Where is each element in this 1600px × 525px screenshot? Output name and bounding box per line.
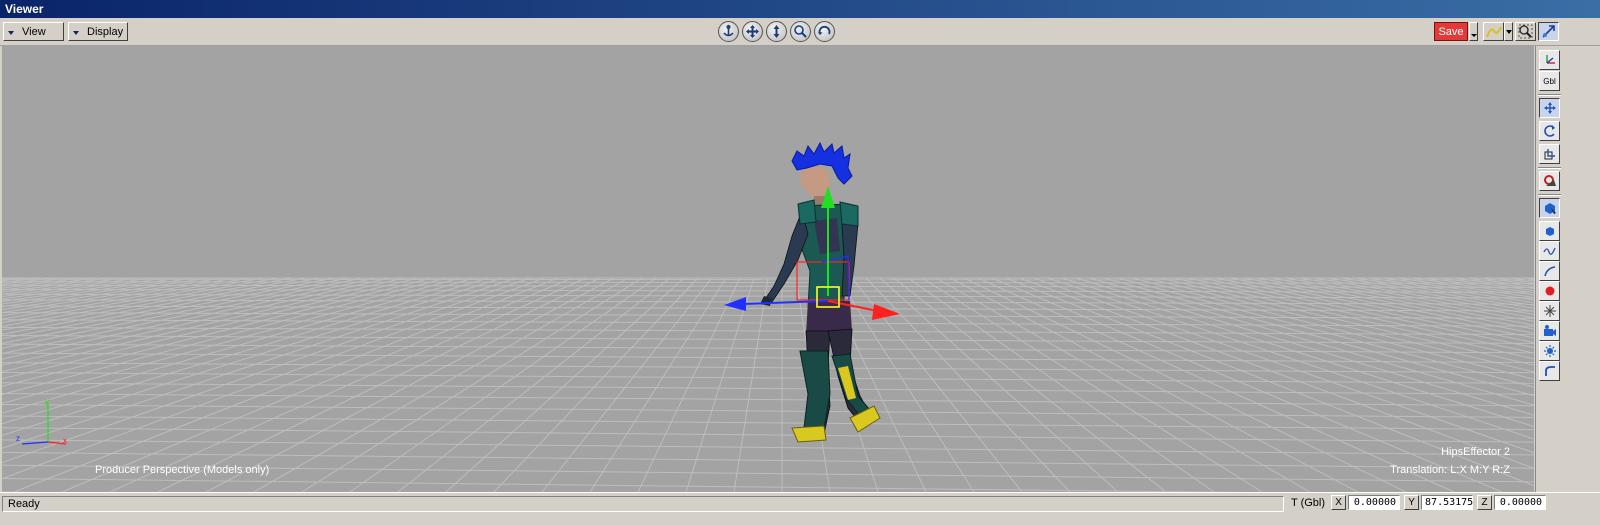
side-panel-edge bbox=[1563, 46, 1600, 492]
chevron-down-icon bbox=[73, 30, 79, 35]
3d-viewport[interactable]: y x z Producer Perspective (Models only)… bbox=[2, 46, 1534, 492]
svg-text:x: x bbox=[63, 436, 67, 445]
marker-icon[interactable] bbox=[1539, 281, 1560, 301]
rotate-tool-icon[interactable] bbox=[1539, 121, 1560, 141]
svg-text:z: z bbox=[16, 434, 20, 443]
z-axis-button[interactable]: Z bbox=[1477, 495, 1493, 510]
camera-label: Producer Perspective (Models only) bbox=[95, 464, 270, 476]
pan-icon[interactable] bbox=[742, 21, 763, 42]
keying-mode-icon[interactable] bbox=[1483, 22, 1504, 41]
status-bar: Ready T (Gbl) X 0.00000 Y 87.53175 Z 0.0… bbox=[0, 492, 1600, 525]
status-message: Ready bbox=[2, 496, 1284, 512]
zoom-fit-icon[interactable] bbox=[1515, 22, 1536, 41]
toolbar-divider bbox=[1538, 194, 1561, 196]
svg-text:y: y bbox=[45, 397, 49, 406]
transform-mode-label: Translation: L:X M:Y R:Z bbox=[1390, 464, 1510, 476]
camera-navigation bbox=[718, 21, 835, 42]
cube-model-icon[interactable] bbox=[1539, 221, 1560, 241]
keying-dropdown[interactable] bbox=[1504, 22, 1513, 41]
z-value-field[interactable]: 0.00000 bbox=[1494, 495, 1547, 510]
anchor-icon[interactable] bbox=[718, 21, 739, 42]
select-model-icon[interactable] bbox=[1539, 198, 1560, 218]
scale-tool-icon[interactable] bbox=[1539, 144, 1560, 164]
camera-icon[interactable] bbox=[1539, 321, 1560, 341]
curve-icon[interactable] bbox=[1539, 241, 1560, 261]
view-menu-button[interactable]: View bbox=[3, 22, 64, 41]
display-menu-button[interactable]: Display bbox=[68, 22, 128, 41]
dolly-icon[interactable] bbox=[766, 21, 787, 42]
null-icon[interactable] bbox=[1539, 301, 1560, 321]
axis-widget-icon[interactable] bbox=[1539, 50, 1560, 70]
scene-canvas[interactable]: y x z bbox=[2, 46, 1534, 492]
toolbar-divider bbox=[1538, 94, 1561, 96]
chevron-down-icon bbox=[8, 30, 14, 35]
translate-tool-icon[interactable] bbox=[1539, 98, 1560, 118]
tools-sidebar: Gbl bbox=[1535, 46, 1563, 492]
manipulator-icon[interactable] bbox=[1539, 171, 1560, 191]
transform-label: T (Gbl) bbox=[1291, 496, 1326, 509]
orbit-icon[interactable] bbox=[814, 21, 835, 42]
x-axis-button[interactable]: X bbox=[1331, 495, 1347, 510]
selection-name-label: HipsEffector 2 bbox=[1441, 446, 1510, 458]
global-local-icon[interactable]: Gbl bbox=[1539, 71, 1560, 91]
global-label: Gbl bbox=[1543, 76, 1556, 86]
save-button[interactable]: Save bbox=[1434, 22, 1468, 41]
y-value-field[interactable]: 87.53175 bbox=[1421, 495, 1473, 510]
x-value-field[interactable]: 0.00000 bbox=[1348, 495, 1401, 510]
window-title: Viewer bbox=[0, 0, 1600, 18]
path-icon[interactable] bbox=[1539, 261, 1560, 281]
bend-icon[interactable] bbox=[1539, 361, 1560, 381]
y-axis-button[interactable]: Y bbox=[1404, 495, 1420, 510]
display-menu-label: Display bbox=[87, 25, 124, 38]
light-icon[interactable] bbox=[1539, 341, 1560, 361]
toolbar-divider bbox=[1538, 167, 1561, 169]
character-model bbox=[760, 141, 881, 443]
viewer-toolbar: View Display Save bbox=[0, 18, 1600, 46]
view-menu-label: View bbox=[22, 25, 46, 38]
pick-icon[interactable] bbox=[1538, 22, 1559, 41]
save-options-dropdown[interactable] bbox=[1469, 22, 1478, 41]
zoom-icon[interactable] bbox=[790, 21, 811, 42]
floor-grid bbox=[2, 277, 1534, 492]
transform-readout: T (Gbl) X 0.00000 Y 87.53175 Z 0.00000 bbox=[1291, 495, 1548, 510]
